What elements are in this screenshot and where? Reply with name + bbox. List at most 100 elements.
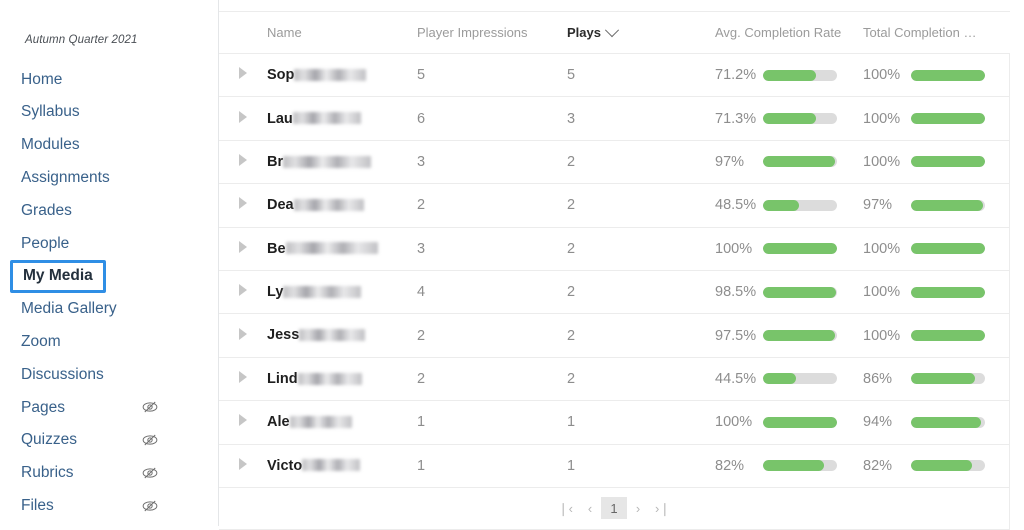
table-row[interactable]: Lau 6 3 71.3% 100%: [219, 96, 1010, 141]
user-name-text: Sop: [267, 67, 295, 84]
sidebar-item-label: Zoom: [21, 333, 61, 351]
sidebar-item-files[interactable]: Files: [0, 489, 219, 522]
sidebar-item-rubrics[interactable]: Rubrics: [0, 457, 219, 490]
avg-completion-wrap: 98.5%: [715, 284, 863, 300]
avg-completion-cell: 98.5%: [715, 270, 863, 315]
total-completion-progress-fill: [911, 416, 981, 428]
row-expand-cell[interactable]: [219, 227, 267, 271]
column-header-avg[interactable]: Avg. Completion Rate: [715, 12, 863, 54]
expand-triangle-icon[interactable]: [239, 110, 247, 123]
column-header-plays[interactable]: Plays: [567, 12, 715, 54]
total-completion-cell: 100%: [863, 96, 1010, 141]
row-expand-cell[interactable]: [219, 53, 267, 98]
sidebar-item-grades[interactable]: Grades: [0, 194, 219, 227]
table-row[interactable]: Jess 2 2 97.5% 100%: [219, 313, 1010, 358]
total-completion-label: 82%: [863, 457, 893, 474]
column-header-inner: Player Impressions: [417, 25, 567, 40]
sidebar-item-home[interactable]: Home: [0, 63, 219, 96]
avg-completion-progress-track: [763, 113, 837, 125]
table-row[interactable]: Victo 1 1 82% 82%: [219, 444, 1010, 488]
sidebar-item-quizzes[interactable]: Quizzes: [0, 424, 219, 457]
plays-cell: 2: [567, 357, 715, 402]
row-expand-cell[interactable]: [219, 444, 267, 488]
expand-triangle-icon[interactable]: [239, 240, 247, 253]
chevron-down-icon[interactable]: [604, 22, 620, 37]
expand-triangle-icon[interactable]: [239, 153, 247, 166]
total-completion-wrap: 86%: [863, 371, 1010, 387]
total-completion-progress-track: [911, 330, 985, 342]
total-completion-label: 100%: [863, 284, 901, 301]
plays-cell: 5: [567, 53, 715, 98]
total-completion-cell: 82%: [863, 444, 1010, 488]
avg-completion-label: 82%: [715, 457, 745, 474]
column-header-inner: Name: [267, 25, 417, 40]
row-expand-cell[interactable]: [219, 400, 267, 445]
avg-completion-progress-track: [763, 243, 837, 255]
table-row[interactable]: Be 3 2 100% 100%: [219, 227, 1010, 271]
table-row[interactable]: Lind 2 2 44.5% 86%: [219, 357, 1010, 402]
expand-triangle-icon[interactable]: [239, 284, 247, 297]
avg-completion-cell: 97%: [715, 140, 863, 185]
sidebar-item-my-media[interactable]: My Media: [0, 259, 219, 293]
expand-triangle-icon[interactable]: [239, 457, 247, 470]
expand-triangle-icon[interactable]: [239, 67, 247, 80]
sidebar-item-discussions[interactable]: Discussions: [0, 358, 219, 391]
total-completion-label: 100%: [863, 153, 901, 170]
plays-cell: 1: [567, 400, 715, 445]
pagination-last-label: ›❘: [655, 500, 671, 516]
total-completion-cell: 100%: [863, 227, 1010, 271]
user-name-text: Lind: [267, 371, 298, 388]
avg-completion-label: 71.2%: [715, 67, 757, 84]
column-header-impressions[interactable]: Player Impressions: [417, 12, 567, 54]
expand-triangle-icon[interactable]: [239, 370, 247, 383]
user-name-text: Ly: [267, 284, 284, 301]
sidebar-item-people[interactable]: People: [0, 227, 219, 260]
table-header: Name Player Impressions Plays Avg. Completi…: [219, 12, 1010, 54]
sidebar-item-assignments[interactable]: Assignments: [0, 161, 219, 194]
table-row[interactable]: Ly 4 2 98.5% 100%: [219, 270, 1010, 315]
total-completion-cell: 100%: [863, 53, 1010, 98]
avg-completion-progress-fill: [763, 243, 837, 255]
table-row[interactable]: Ale 1 1 100% 94%: [219, 400, 1010, 445]
total-completion-wrap: 100%: [863, 111, 1010, 127]
avg-completion-wrap: 82%: [715, 458, 863, 474]
sidebar-item-modules[interactable]: Modules: [0, 129, 219, 162]
plays-cell: 2: [567, 183, 715, 228]
pagination-prev-button[interactable]: ‹: [579, 497, 601, 520]
total-completion-progress-fill: [911, 113, 985, 125]
sidebar-item-pages[interactable]: Pages: [0, 391, 219, 424]
sidebar-item-media-gallery[interactable]: Media Gallery: [0, 293, 219, 326]
user-name-cell: Ly: [267, 270, 417, 315]
total-completion-wrap: 100%: [863, 284, 1010, 300]
expand-triangle-icon[interactable]: [239, 327, 247, 340]
row-expand-cell[interactable]: [219, 270, 267, 315]
term-label: Autumn Quarter 2021: [25, 34, 138, 46]
table-row[interactable]: Br 3 2 97% 100%: [219, 140, 1010, 185]
row-expand-cell[interactable]: [219, 183, 267, 228]
column-header-total[interactable]: Total Completion …: [863, 12, 1010, 54]
column-header-name[interactable]: Name: [267, 12, 417, 54]
expand-triangle-icon[interactable]: [239, 197, 247, 210]
expand-triangle-icon[interactable]: [239, 414, 247, 427]
row-expand-cell[interactable]: [219, 313, 267, 358]
row-expand-cell[interactable]: [219, 96, 267, 141]
row-expand-cell[interactable]: [219, 357, 267, 402]
pagination-first-button[interactable]: ❘‹: [551, 497, 579, 520]
player-impressions-cell: 2: [417, 313, 567, 358]
column-header-label: Name: [267, 25, 302, 40]
total-completion-progress-track: [911, 243, 985, 255]
avg-completion-progress-fill: [763, 286, 836, 298]
column-header-label: Plays: [567, 25, 601, 40]
sidebar-item-label: Rubrics: [21, 464, 74, 482]
pagination-next-button[interactable]: ›: [627, 497, 649, 520]
table-row[interactable]: Dea 2 2 48.5% 97%: [219, 183, 1010, 228]
sidebar-item-syllabus[interactable]: Syllabus: [0, 96, 219, 129]
row-expand-cell[interactable]: [219, 140, 267, 185]
table-row[interactable]: Sop 5 5 71.2% 100%: [219, 53, 1010, 98]
eye-slash-icon: [141, 431, 159, 449]
pagination-last-button[interactable]: ›❘: [649, 497, 677, 520]
sidebar-item-zoom[interactable]: Zoom: [0, 325, 219, 358]
pagination-page-1-button[interactable]: 1: [601, 497, 627, 520]
total-completion-progress-track: [911, 113, 985, 125]
sidebar-item-label: People: [21, 234, 70, 252]
